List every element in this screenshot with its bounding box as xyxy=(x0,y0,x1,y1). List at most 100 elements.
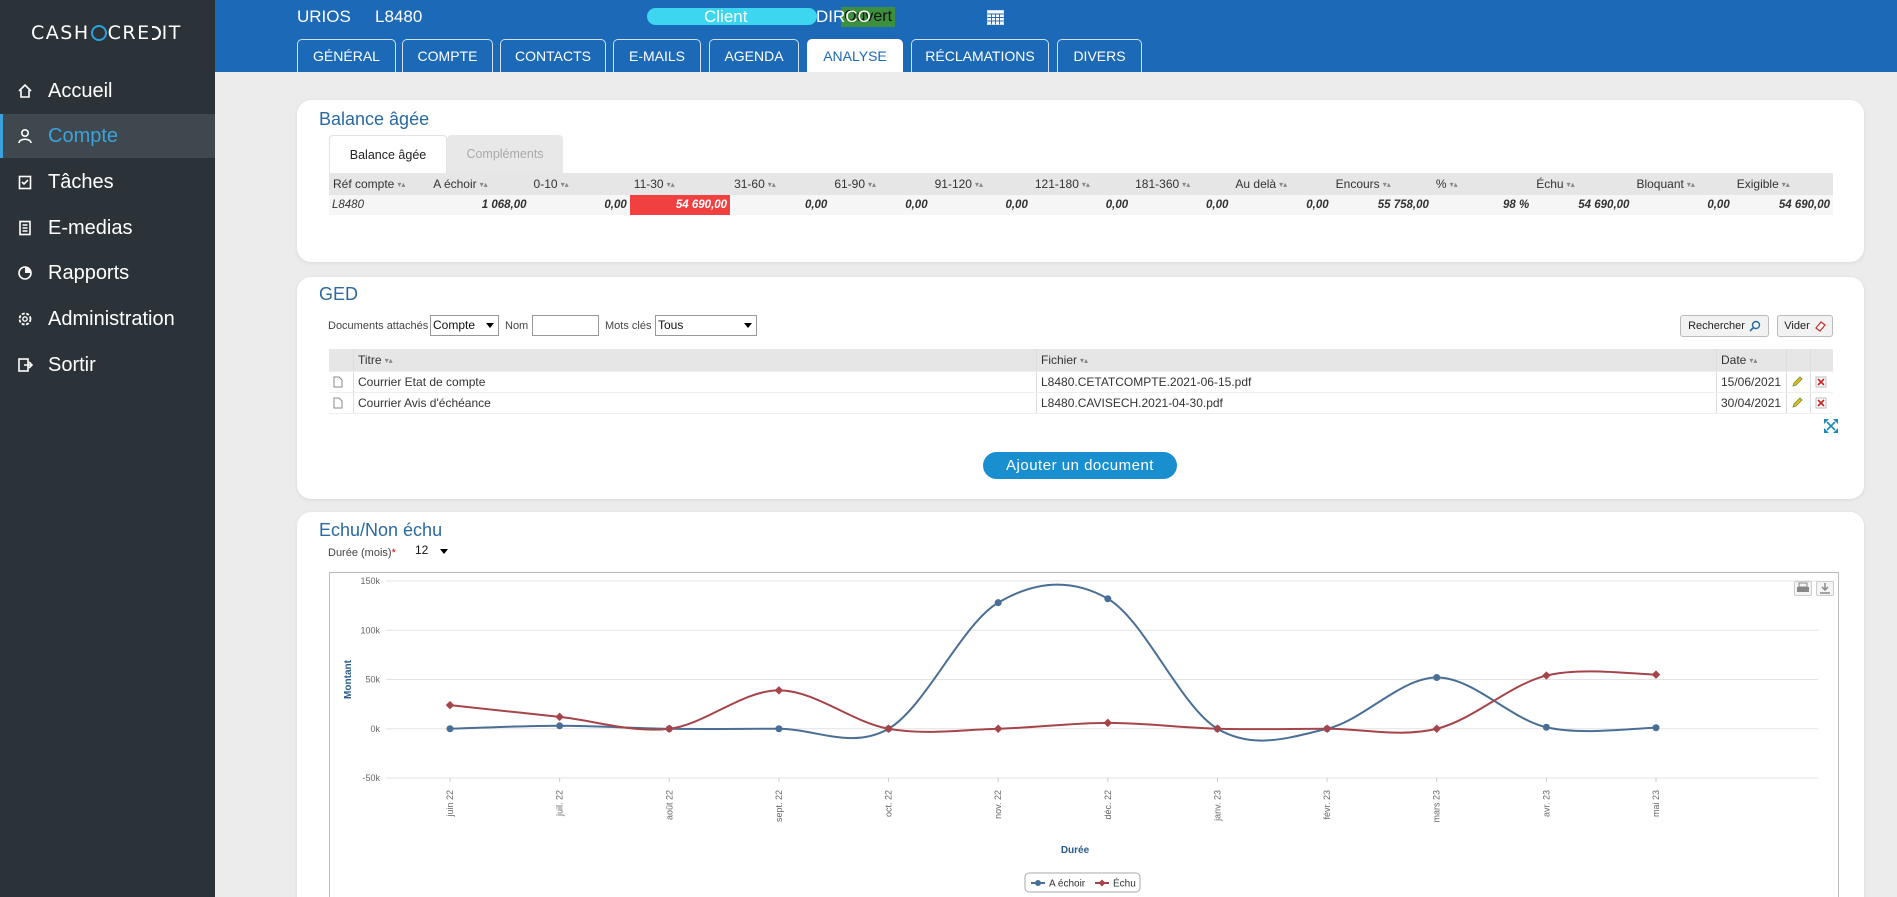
column-header[interactable]: Exigible ▾▴ xyxy=(1732,173,1833,195)
data-point[interactable] xyxy=(445,700,455,710)
keywords-select[interactable]: Tous xyxy=(655,315,757,336)
data-point[interactable] xyxy=(1432,724,1441,733)
tab-analyse[interactable]: ANALYSE xyxy=(807,39,903,72)
tab-general[interactable]: GÉNÉRAL xyxy=(297,39,396,72)
x-tick-label: déc. 22 xyxy=(1103,790,1113,820)
column-header[interactable]: 11-30 ▾▴ xyxy=(629,173,731,195)
table-cell-highlight: 54 690,00 xyxy=(629,195,731,215)
tab-divers[interactable]: DIVERS xyxy=(1057,39,1142,72)
tab-contacts[interactable]: CONTACTS xyxy=(500,39,606,72)
duration-select[interactable]: 12 xyxy=(415,543,452,561)
column-header[interactable]: 121-180 ▾▴ xyxy=(1030,173,1132,195)
data-point[interactable] xyxy=(1542,723,1550,731)
x-tick-label: mars 23 xyxy=(1432,790,1442,823)
table-cell: L8480 xyxy=(329,195,430,215)
legend-label[interactable]: A échoir xyxy=(1049,879,1086,890)
clear-button[interactable]: Vider xyxy=(1777,315,1833,337)
legend-marker xyxy=(1035,880,1041,886)
search-button[interactable]: Rechercher xyxy=(1680,315,1769,337)
attached-label: Documents attachés xyxy=(328,320,429,332)
column-header[interactable]: Fichier ▾▴ xyxy=(1036,349,1716,371)
column-header[interactable]: 181-360 ▾▴ xyxy=(1131,173,1232,195)
name-input[interactable] xyxy=(532,315,599,336)
sidebar-item-compte[interactable]: Compte xyxy=(0,114,215,158)
edit-icon[interactable] xyxy=(1786,372,1810,392)
column-header[interactable]: Date ▾▴ xyxy=(1716,349,1786,371)
column-header[interactable]: % ▾▴ xyxy=(1431,173,1533,195)
column-header[interactable]: Au delà ▾▴ xyxy=(1231,173,1332,195)
ged-title: GED xyxy=(319,284,359,304)
data-point[interactable] xyxy=(994,599,1002,607)
search-icon xyxy=(1749,320,1761,332)
eraser-icon xyxy=(1814,321,1826,332)
column-header[interactable]: Titre ▾▴ xyxy=(353,349,1036,371)
sidebar-item-emedias[interactable]: E-medias xyxy=(0,206,215,250)
tab-complements[interactable]: Compléments xyxy=(447,135,563,173)
sidebar-item-label: Compte xyxy=(48,124,119,147)
sidebar-item-administration[interactable]: Administration xyxy=(0,297,215,341)
data-point[interactable] xyxy=(774,686,784,695)
column-header[interactable]: A échoir ▾▴ xyxy=(429,173,530,195)
tab-emails[interactable]: E-MAILS xyxy=(613,39,701,72)
tab-compte[interactable]: COMPTE xyxy=(402,39,493,72)
add-document-button[interactable]: Ajouter un document xyxy=(983,452,1177,479)
table-row[interactable]: Courrier Avis d'échéance L8480.CAVISECH.… xyxy=(329,393,1833,414)
sidebar-item-sortir[interactable]: Sortir xyxy=(0,343,215,387)
data-point[interactable] xyxy=(775,725,783,733)
sidebar-item-accueil[interactable]: Accueil xyxy=(0,69,215,113)
column-header[interactable]: 0-10 ▾▴ xyxy=(529,173,630,195)
document-date: 30/04/2021 xyxy=(1716,393,1786,413)
expand-icon[interactable] xyxy=(1823,418,1839,439)
tab-agenda[interactable]: AGENDA xyxy=(709,39,799,72)
table-cell: 0,00 xyxy=(730,195,831,215)
data-point[interactable] xyxy=(1652,724,1660,732)
attached-select[interactable]: Compte xyxy=(430,315,499,336)
tab-balance-agee[interactable]: Balance âgée xyxy=(329,135,447,173)
y-axis-title: Montant xyxy=(343,659,354,699)
document-file[interactable]: L8480.CETATCOMPTE.2021-06-15.pdf xyxy=(1036,372,1716,392)
data-point[interactable] xyxy=(993,724,1003,733)
data-point[interactable] xyxy=(1104,595,1112,603)
table-cell: 0,00 xyxy=(1030,195,1132,215)
sidebar-item-taches[interactable]: Tâches xyxy=(0,160,215,204)
print-icon[interactable] xyxy=(1794,581,1812,596)
data-point[interactable] xyxy=(1542,671,1551,680)
column-header[interactable]: 61-90 ▾▴ xyxy=(830,173,931,195)
ged-table: Titre ▾▴ Fichier ▾▴ Date ▾▴ Courrier Etat d… xyxy=(329,349,1833,414)
echu-panel: Echu/Non échu Durée (mois)* 12 -50k 0k 50k… xyxy=(297,512,1864,897)
delete-icon[interactable] xyxy=(1810,372,1833,392)
legend-label[interactable]: Échu xyxy=(1113,877,1136,890)
data-point[interactable] xyxy=(1103,718,1113,728)
x-tick-label: oct. 22 xyxy=(884,790,894,817)
column-header[interactable]: Bloquant ▾▴ xyxy=(1632,173,1733,195)
x-tick-label: avr. 23 xyxy=(1541,790,1551,817)
file-icon xyxy=(329,393,353,413)
document-file[interactable]: L8480.CAVISECH.2021-04-30.pdf xyxy=(1036,393,1716,413)
data-point[interactable] xyxy=(446,725,454,733)
column-header[interactable]: Réf compte ▾▴ xyxy=(329,173,430,195)
document-title[interactable]: Courrier Etat de compte xyxy=(353,372,1036,392)
table-row[interactable]: Courrier Etat de compte L8480.CETATCOMPT… xyxy=(329,372,1833,393)
download-icon[interactable] xyxy=(1816,581,1834,596)
data-point[interactable] xyxy=(555,712,564,722)
table-cell: 54 690,00 xyxy=(1532,195,1633,215)
data-point[interactable] xyxy=(1322,724,1332,733)
x-tick-label: mai 23 xyxy=(1651,790,1661,817)
data-point[interactable] xyxy=(1433,674,1441,682)
edit-icon[interactable] xyxy=(1786,393,1810,413)
x-tick-label: févr. 23 xyxy=(1322,790,1332,820)
column-header[interactable]: Échu ▾▴ xyxy=(1532,173,1633,195)
tab-reclamations[interactable]: RÉCLAMATIONS xyxy=(911,39,1049,72)
data-point[interactable] xyxy=(556,722,564,730)
x-tick-label: août 22 xyxy=(664,790,674,820)
column-header[interactable]: 91-120 ▾▴ xyxy=(930,173,1031,195)
sidebar-item-rapports[interactable]: Rapports xyxy=(0,251,215,295)
data-point[interactable] xyxy=(665,724,674,733)
data-point[interactable] xyxy=(1651,670,1661,679)
header: URIOS L8480 Ouvert Client DIRCO GÉNÉRAL … xyxy=(215,0,1897,72)
delete-icon[interactable] xyxy=(1810,393,1833,413)
document-title[interactable]: Courrier Avis d'échéance xyxy=(353,393,1036,413)
calendar-icon[interactable] xyxy=(987,10,1004,25)
column-header[interactable]: Encours ▾▴ xyxy=(1331,173,1432,195)
column-header[interactable]: 31-60 ▾▴ xyxy=(730,173,831,195)
